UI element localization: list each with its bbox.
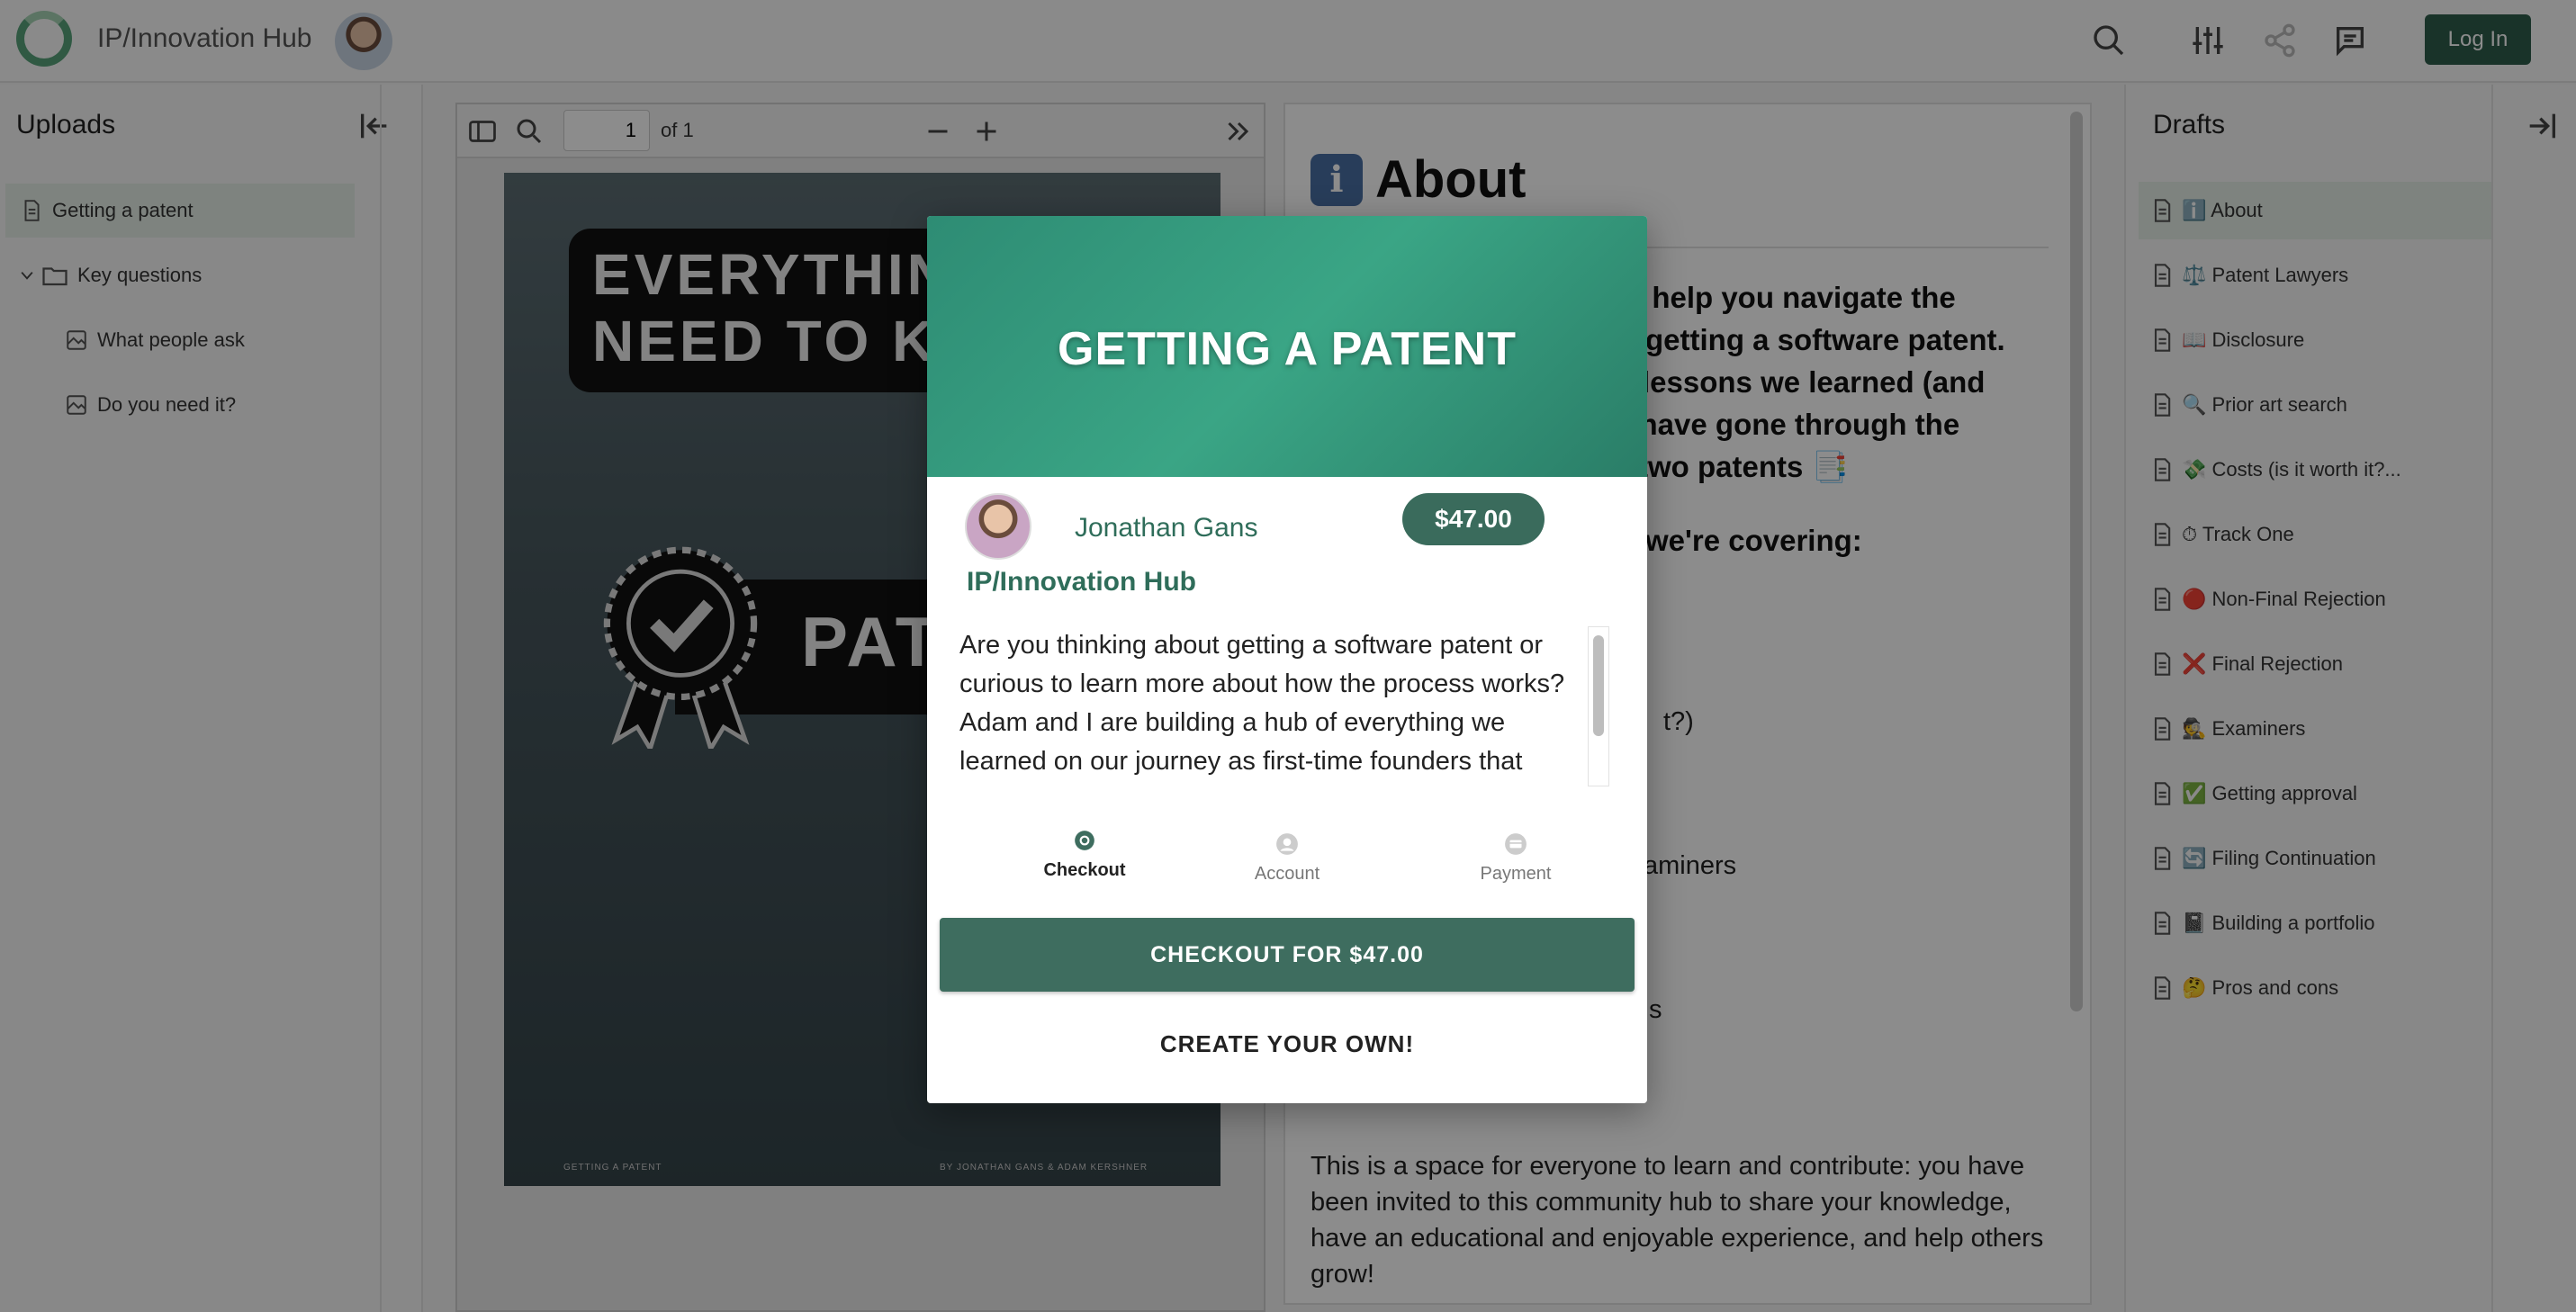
hub-name: IP/Innovation Hub — [967, 567, 1196, 597]
author-avatar — [965, 493, 1031, 560]
author-name: Jonathan Gans — [1075, 513, 1258, 543]
modal-banner-title: GETTING A PATENT — [1058, 323, 1517, 375]
checkout-button[interactable]: CHECKOUT FOR $47.00 — [940, 918, 1635, 992]
step-checkout[interactable]: Checkout — [995, 828, 1175, 881]
description-scrollbar-thumb[interactable] — [1593, 635, 1604, 736]
step-label: Checkout — [1043, 860, 1126, 880]
checkout-modal: GETTING A PATENT Jonathan Gans $47.00 IP… — [927, 216, 1647, 1103]
card-icon — [1503, 831, 1528, 857]
step-payment[interactable]: Payment — [1426, 831, 1606, 885]
product-description: Are you thinking about getting a softwar… — [959, 631, 1565, 776]
price-badge: $47.00 — [1402, 493, 1545, 545]
step-checkout-icon — [1072, 828, 1097, 853]
step-label: Payment — [1480, 864, 1552, 884]
modal-banner: GETTING A PATENT — [927, 216, 1647, 477]
step-label: Account — [1254, 864, 1320, 884]
create-your-own-button[interactable]: CREATE YOUR OWN! — [940, 1010, 1635, 1078]
step-account[interactable]: Account — [1197, 831, 1377, 885]
person-icon — [1274, 831, 1300, 857]
